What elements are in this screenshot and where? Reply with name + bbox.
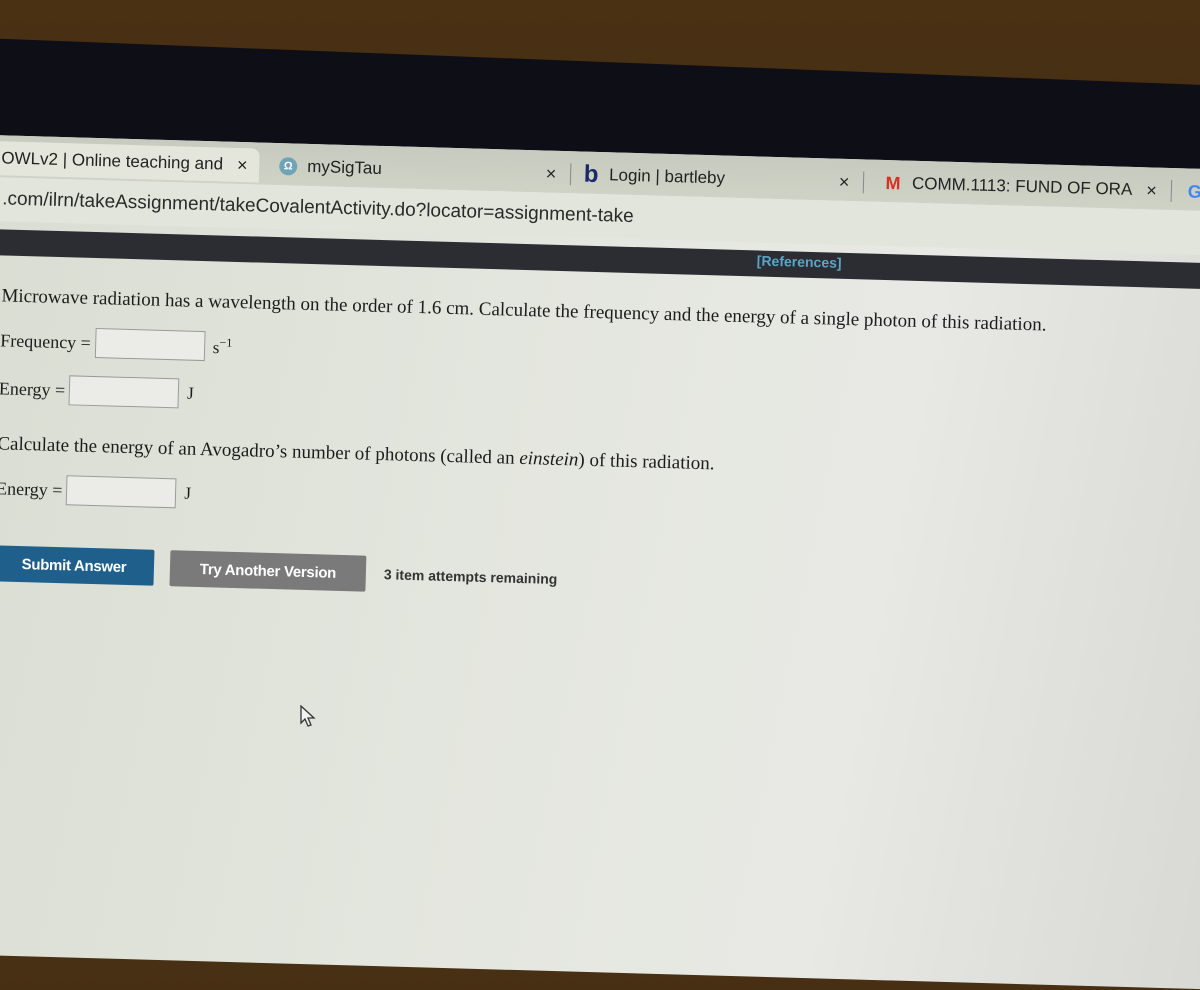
einstein-energy-input[interactable] bbox=[66, 475, 177, 509]
sigtau-icon: Ω bbox=[278, 157, 298, 176]
tab-bartleby[interactable]: b Login | bartleby × bbox=[583, 158, 879, 200]
question2-pre: Calculate the energy of an Avogadro’s nu… bbox=[0, 433, 520, 469]
tab-owlv2[interactable]: OWLv2 | Online teaching and × bbox=[0, 140, 261, 183]
attempts-remaining: 3 item attempts remaining bbox=[383, 566, 558, 588]
tab-title: mySigTau bbox=[306, 156, 383, 178]
close-tab-icon[interactable]: × bbox=[839, 171, 850, 192]
tab-separator bbox=[569, 163, 572, 186]
energy-input[interactable] bbox=[68, 375, 180, 409]
frequency-unit: s−1 bbox=[212, 335, 233, 358]
references-link[interactable]: [References] bbox=[757, 252, 842, 270]
tab-separator bbox=[1170, 179, 1173, 203]
mouse-cursor-icon bbox=[300, 705, 316, 727]
question2-em: einstein bbox=[519, 447, 579, 471]
gmail-icon: M bbox=[885, 172, 901, 193]
url-text: .com/ilrn/takeAssignment/takeCovalentAct… bbox=[1, 188, 634, 228]
browser-window: OWLv2 | Online teaching and × Ω mySigTau… bbox=[0, 135, 1200, 990]
frequency-input[interactable] bbox=[94, 328, 206, 362]
google-icon[interactable]: G bbox=[1186, 181, 1200, 201]
bartleby-b-icon: b bbox=[583, 160, 599, 188]
submit-answer-button[interactable]: Submit Answer bbox=[0, 545, 155, 586]
energy-label: Energy = bbox=[0, 377, 66, 400]
question2-post: ) of this radiation. bbox=[578, 449, 715, 475]
close-tab-icon[interactable]: × bbox=[1146, 180, 1157, 201]
tab-title: OWLv2 | Online teaching and bbox=[1, 148, 224, 174]
tab-title: COMM.1113: FUND OF ORA bbox=[911, 173, 1133, 199]
close-tab-icon[interactable]: × bbox=[237, 154, 248, 175]
action-buttons: Submit Answer Try Another Version 3 item… bbox=[0, 545, 1194, 614]
tab-mysigtau[interactable]: Ω mySigTau × bbox=[278, 149, 586, 192]
close-tab-icon[interactable]: × bbox=[545, 163, 557, 184]
tab-title: Login | bartleby bbox=[608, 165, 726, 188]
energy-unit: J bbox=[186, 383, 195, 403]
einstein-energy-label: Energy = bbox=[0, 477, 63, 500]
unit-exponent: −1 bbox=[219, 335, 233, 350]
try-another-version-button[interactable]: Try Another Version bbox=[169, 550, 367, 592]
tab-separator bbox=[863, 171, 865, 194]
question-content: Microwave radiation has a wavelength on … bbox=[0, 255, 1200, 614]
einstein-energy-unit: J bbox=[184, 483, 192, 503]
frequency-label: Frequency = bbox=[0, 329, 92, 353]
